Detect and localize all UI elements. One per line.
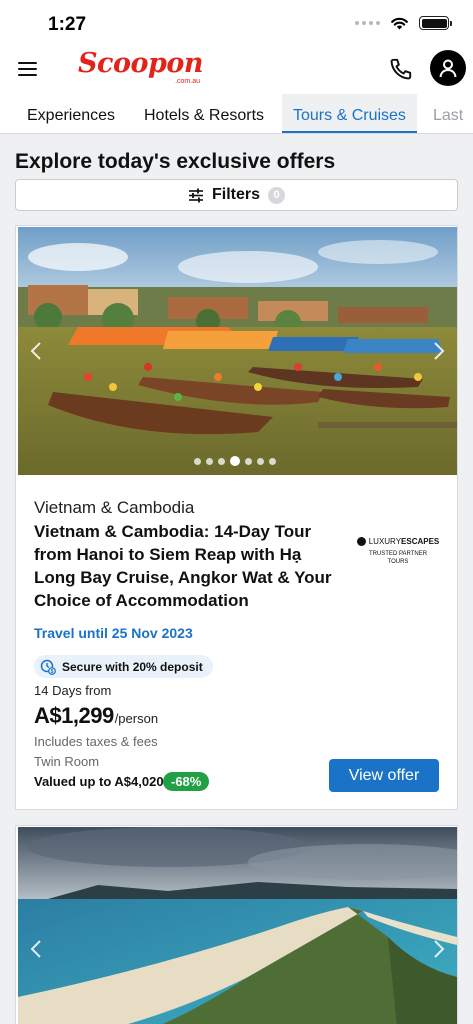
tab-tours-cruises[interactable]: Tours & Cruises <box>282 94 417 133</box>
filters-label: Filters <box>211 186 260 203</box>
app-header: Scoopon .com.au <box>0 44 473 94</box>
menu-icon[interactable] <box>18 57 42 81</box>
valued-up-to: Valued up to A$4,020 <box>34 774 164 789</box>
travel-until: Travel until 25 Nov 2023 <box>34 625 193 641</box>
partner-brand-bold: ESCAPES <box>401 537 440 546</box>
carousel-dot[interactable] <box>269 457 276 465</box>
chevron-right-icon <box>434 940 445 958</box>
svg-text:$: $ <box>51 669 54 675</box>
logo-text: Scoopon <box>78 48 203 79</box>
chevron-left-icon <box>30 342 41 360</box>
carousel-next-button[interactable] <box>427 337 451 365</box>
offer-card[interactable]: Vietnam & Cambodia Vietnam & Cambodia: 1… <box>15 225 458 810</box>
chevron-left-icon <box>30 940 41 958</box>
room-type: Twin Room <box>34 754 100 769</box>
status-time: 1:27 <box>48 14 87 35</box>
discount-badge: -68% <box>163 772 210 791</box>
partner-subtitle: TRUSTED PARTNER TOURS <box>356 550 440 566</box>
carousel-dot[interactable] <box>218 457 225 465</box>
tab-experiences[interactable]: Experiences <box>27 94 115 133</box>
price-unit: /person <box>114 711 159 726</box>
logo-domain: .com.au <box>175 78 200 85</box>
partner-subtitle-line1: TRUSTED PARTNER <box>368 551 428 557</box>
filters-sliders-icon <box>188 188 203 202</box>
battery-icon <box>419 16 452 30</box>
filters-count-badge: 0 <box>268 186 285 204</box>
partner-brand-light: LUXURY <box>368 537 402 546</box>
offer-card[interactable] <box>15 825 458 1024</box>
phone-icon[interactable] <box>388 56 414 82</box>
offer-photo-coast <box>18 827 457 1024</box>
carousel-dots <box>194 456 276 466</box>
chevron-right-icon <box>434 342 445 360</box>
user-icon <box>439 59 457 78</box>
status-icons <box>355 16 452 30</box>
deposit-label: Secure with 20% deposit <box>62 659 203 674</box>
carousel-dot[interactable] <box>194 457 201 465</box>
category-tabs: Experiences Hotels & Resorts Tours & Cru… <box>0 94 473 134</box>
deposit-badge: $ Secure with 20% deposit <box>34 655 213 678</box>
offer-title[interactable]: Vietnam & Cambodia: 14-Day Tour from Han… <box>34 520 340 612</box>
status-bar: 1:27 <box>0 0 473 44</box>
signal-icon <box>355 21 380 25</box>
partner-logo-icon <box>356 537 366 546</box>
carousel-dot[interactable] <box>257 457 264 465</box>
deposit-clock-icon: $ <box>40 659 56 675</box>
offer-image[interactable] <box>18 827 457 1024</box>
carousel-dot[interactable] <box>206 457 213 465</box>
wifi-icon <box>391 17 408 30</box>
carousel-prev-button[interactable] <box>24 935 48 963</box>
view-offer-button[interactable]: View offer <box>329 759 439 792</box>
account-button[interactable] <box>430 50 466 86</box>
scoopon-logo[interactable]: Scoopon .com.au <box>78 48 203 88</box>
price-amount: A$1,299 <box>34 703 114 728</box>
filters-button[interactable]: Filters 0 <box>15 179 458 211</box>
partner-subtitle-line2: TOURS <box>387 559 409 565</box>
duration-label: 14 Days from <box>34 683 112 698</box>
luxury-escapes-logo: LUXURYESCAPES <box>356 537 440 546</box>
offer-location: Vietnam & Cambodia <box>34 498 195 517</box>
page-title: Explore today's exclusive offers <box>15 150 336 173</box>
carousel-dot[interactable] <box>245 457 252 465</box>
carousel-dot-active[interactable] <box>230 456 240 466</box>
taxes-note: Includes taxes & fees <box>34 734 158 749</box>
tab-last-minute[interactable]: Last <box>433 94 463 133</box>
price: A$1,299 /person <box>34 703 158 729</box>
carousel-prev-button[interactable] <box>24 337 48 365</box>
carousel-next-button[interactable] <box>427 935 451 963</box>
offer-image[interactable] <box>18 227 457 475</box>
tab-hotels-resorts[interactable]: Hotels & Resorts <box>144 94 264 133</box>
partner-badge: LUXURYESCAPES TRUSTED PARTNER TOURS <box>356 537 440 566</box>
offer-photo-boats <box>18 227 457 475</box>
